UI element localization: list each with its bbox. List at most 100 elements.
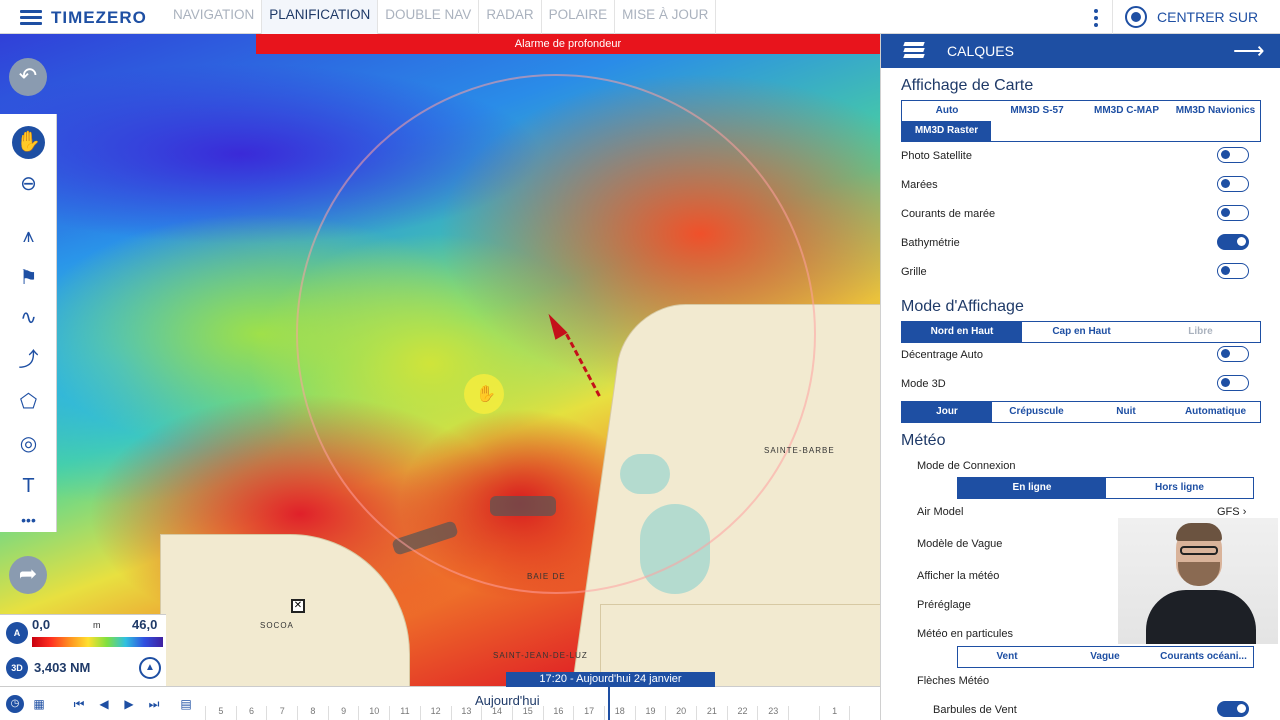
bathymetrie-toggle[interactable] <box>1217 234 1249 250</box>
play-icon[interactable]: ▶ <box>120 695 138 713</box>
kebab-icon[interactable] <box>1094 9 1098 30</box>
air-model-value[interactable]: GFS › <box>1217 506 1246 518</box>
option-hors-ligne[interactable]: Hors ligne <box>1106 478 1253 498</box>
center-on-button[interactable]: CENTRER SUR <box>1112 0 1280 34</box>
tab-planification[interactable]: PLANIFICATION <box>262 0 379 34</box>
option-vent[interactable]: Vent <box>958 647 1056 667</box>
option-nuit[interactable]: Nuit <box>1081 402 1171 422</box>
timeline-tick: 11 <box>389 706 420 720</box>
timeline-tick: 8 <box>297 706 328 720</box>
timeline-tick: 20 <box>665 706 696 720</box>
timeline-tick: 9 <box>327 706 359 720</box>
option-mm3d-s57[interactable]: MM3D S-57 <box>992 101 1082 121</box>
show-weather-label[interactable]: Afficher la météo <box>917 570 999 582</box>
option-mm3d-cmap[interactable]: MM3D C-MAP <box>1082 101 1171 121</box>
particles-label: Météo en particules <box>917 628 1013 640</box>
arrow-right-icon[interactable]: ⟶ <box>1233 38 1265 64</box>
layers-icon <box>903 42 925 60</box>
toggle-row: Barbules de Vent <box>933 701 1269 717</box>
timeline-tick: 13 <box>450 706 482 720</box>
buoy-icon[interactable]: ⚑ <box>12 262 45 295</box>
zoom-out-icon[interactable]: ⊖ <box>12 168 45 201</box>
courants-toggle[interactable] <box>1217 205 1249 221</box>
option-automatique[interactable]: Automatique <box>1171 402 1260 422</box>
toggle-row: Grille <box>901 263 1269 279</box>
option-nord-en-haut[interactable]: Nord en Haut <box>902 322 1022 342</box>
photo-satellite-toggle[interactable] <box>1217 147 1249 163</box>
palette-selector: Jour Crépuscule Nuit Automatique <box>901 401 1261 423</box>
wind-barbs-toggle[interactable] <box>1217 701 1249 717</box>
chart-display-selector: Auto MM3D S-57 MM3D C-MAP MM3D Navionics… <box>901 100 1261 142</box>
toggle-row: Mode 3D <box>901 375 1269 391</box>
cursor-highlight: ✋ <box>464 374 504 414</box>
calendar-icon[interactable]: ▦ <box>30 695 48 713</box>
option-libre[interactable]: Libre <box>1141 322 1260 342</box>
depth-color-bar <box>32 637 163 647</box>
marees-toggle[interactable] <box>1217 176 1249 192</box>
toggle-label: Courants de marée <box>901 208 996 220</box>
toggle-row: Décentrage Auto <box>901 346 1269 362</box>
map-label: SAINT-JEAN-DE-LUZ <box>493 651 588 660</box>
timeline-ticks: 5 6 7 8 9 10 11 12 13 14 15 16 17 18 19 20 21 22 23 1 <box>205 706 880 720</box>
tab-double-nav[interactable]: DOUBLE NAV <box>378 0 480 34</box>
polygon-icon[interactable]: ⬠ <box>12 386 45 419</box>
range-distance: 3,403 NM <box>34 660 91 675</box>
waypoint-icon[interactable]: ⤴ <box>12 344 45 377</box>
compass-icon[interactable]: ⩚ <box>12 220 45 253</box>
step-back-icon[interactable]: ◀ <box>95 695 113 713</box>
option-mm3d-raster[interactable]: MM3D Raster <box>902 121 991 141</box>
option-crepuscule[interactable]: Crépuscule <box>992 402 1081 422</box>
timeline-tick <box>788 706 819 720</box>
forward-icon[interactable]: ➦ <box>9 556 47 594</box>
back-icon[interactable]: ↶ <box>9 58 47 96</box>
tab-polaire[interactable]: POLAIRE <box>542 0 616 34</box>
auto-scale-badge[interactable]: A <box>6 622 28 644</box>
north-arrow-icon[interactable]: ▲ <box>139 657 161 679</box>
option-cap-en-haut[interactable]: Cap en Haut <box>1022 322 1141 342</box>
timeline: ◷ ▦ ⏮ ◀ ▶ ⏭ ▤ Aujourd'hui 5 6 7 8 9 10 11 12 13 1… <box>0 686 880 720</box>
option-courants-oceaniques[interactable]: Courants océani... <box>1154 647 1253 667</box>
timeline-current-time: 17:20 - Aujourd'hui 24 janvier <box>506 672 715 687</box>
skip-back-icon[interactable]: ⏮ <box>70 695 88 713</box>
text-icon[interactable]: T <box>12 470 45 503</box>
air-model-label: Air Model <box>917 506 964 518</box>
depth-alarm-banner: Alarme de profondeur <box>256 34 880 54</box>
route-icon[interactable]: ∿ <box>12 302 45 335</box>
presenter-glasses <box>1180 546 1218 555</box>
target-tool-icon[interactable]: ◎ <box>12 428 45 461</box>
timeline-tick: 14 <box>481 706 512 720</box>
decentrage-toggle[interactable] <box>1217 346 1249 362</box>
preset-label[interactable]: Préréglage <box>917 599 971 611</box>
toggle-row: Courants de marée <box>901 205 1269 221</box>
option-auto[interactable]: Auto <box>902 101 992 121</box>
tab-mise-a-jour[interactable]: MISE À JOUR <box>615 0 717 34</box>
more-icon[interactable]: ••• <box>12 504 45 537</box>
hand-cursor-icon: ✋ <box>476 386 496 403</box>
timeline-tick: 16 <box>542 706 574 720</box>
option-mm3d-navionics[interactable]: MM3D Navionics <box>1171 101 1260 121</box>
option-jour[interactable]: Jour <box>902 402 992 422</box>
skip-forward-icon[interactable]: ⏭ <box>145 695 163 713</box>
timeline-tick: 6 <box>235 706 267 720</box>
panel-header: CALQUES ⟶ <box>881 34 1280 68</box>
tab-navigation[interactable]: NAVIGATION <box>166 0 263 34</box>
option-en-ligne[interactable]: En ligne <box>958 478 1106 498</box>
depth-unit: m <box>93 620 101 630</box>
tab-radar[interactable]: RADAR <box>479 0 542 34</box>
hamburger-icon[interactable] <box>20 10 42 26</box>
toggle-label: Photo Satellite <box>901 150 972 162</box>
option-vague[interactable]: Vague <box>1056 647 1154 667</box>
toggle-row: Photo Satellite <box>901 147 1269 163</box>
timeline-track[interactable]: Aujourd'hui 5 6 7 8 9 10 11 12 13 14 15 16 17 18 19 20 2… <box>205 687 880 720</box>
toggle-label: Marées <box>901 179 938 191</box>
hand-icon[interactable]: ✋ <box>12 126 45 159</box>
grille-toggle[interactable] <box>1217 263 1249 279</box>
mode-3d-toggle[interactable] <box>1217 375 1249 391</box>
timeline-marker[interactable] <box>608 687 610 720</box>
mode-3d-badge[interactable]: 3D <box>6 657 28 679</box>
wave-model-label[interactable]: Modèle de Vague <box>917 538 1002 550</box>
toggle-label: Barbules de Vent <box>933 704 1017 716</box>
presenter-hair <box>1176 523 1222 541</box>
clock-icon[interactable]: ◷ <box>6 695 24 713</box>
calendar-icon[interactable]: ▤ <box>177 695 195 713</box>
